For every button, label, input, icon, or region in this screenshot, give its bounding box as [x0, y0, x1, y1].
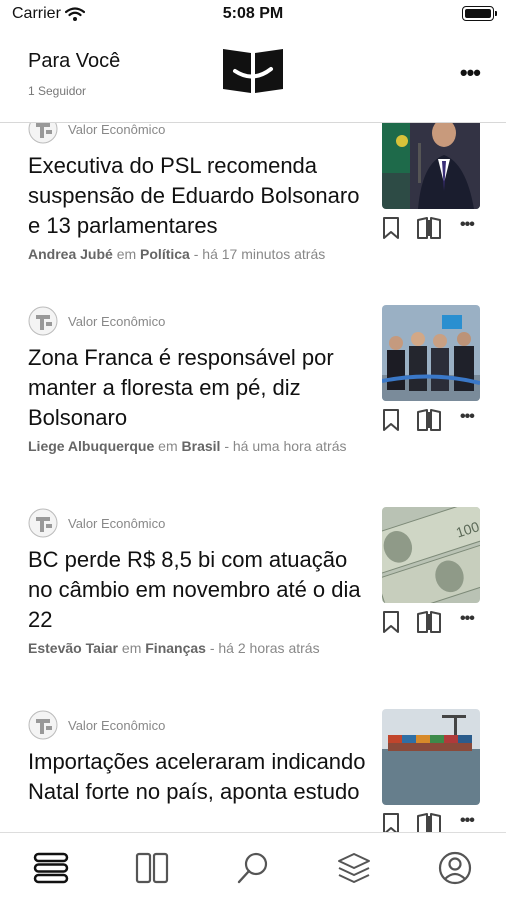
article-actions: ••• [380, 408, 484, 434]
profile-icon [438, 851, 472, 885]
article-item[interactable]: Valor Econômico BC perde R$ 8,5 bi com a… [0, 507, 506, 687]
bookmark-icon[interactable] [382, 408, 400, 432]
byline-em: em [158, 438, 178, 454]
byline-em: em [121, 640, 142, 656]
source-row: Valor Econômico [28, 507, 165, 539]
valor-source-icon [28, 710, 58, 740]
article-item[interactable]: Valor Econômico Executiva do PSL recomen… [0, 123, 506, 293]
tab-bar [0, 832, 506, 901]
source-name: Valor Econômico [68, 313, 166, 329]
article-actions: ••• [380, 216, 484, 242]
published-time: - há 2 horas atrás [209, 640, 320, 656]
open-book-icon[interactable] [416, 610, 442, 634]
follower-count: 1 Seguidor [28, 84, 87, 98]
article-byline: Estevão Taiar em Finanças - há 2 horas a… [28, 640, 320, 656]
tab-sections[interactable] [132, 848, 172, 888]
byline-em: em [116, 246, 137, 262]
section[interactable]: Finanças [145, 640, 206, 656]
status-bar: Carrier 5:08 PM [0, 0, 506, 30]
tab-profile[interactable] [435, 848, 475, 888]
open-book-icon[interactable] [416, 216, 442, 240]
source-row: Valor Econômico [28, 709, 165, 741]
source-name: Valor Econômico [68, 123, 166, 137]
article-thumbnail[interactable]: 100 [382, 507, 480, 603]
open-book-icon[interactable] [416, 812, 442, 832]
search-icon [237, 852, 268, 884]
article-headline[interactable]: Importações aceleraram indicando Natal f… [28, 747, 373, 807]
section[interactable]: Política [140, 246, 190, 262]
published-time: - há 17 minutos atrás [193, 246, 326, 262]
article-feed[interactable]: Valor Econômico Executiva do PSL recomen… [0, 123, 506, 832]
valor-source-icon [28, 508, 58, 538]
header: Para Você 1 Seguidor ••• [0, 30, 506, 123]
more-options-button[interactable]: ••• [460, 60, 481, 86]
article-item[interactable]: Valor Econômico Zona Franca é responsáve… [0, 305, 506, 485]
columns-icon [135, 852, 169, 884]
published-time: - há uma hora atrás [224, 438, 347, 454]
article-thumbnail[interactable] [382, 123, 480, 209]
bookmark-icon[interactable] [382, 812, 400, 832]
tab-search[interactable] [233, 848, 273, 888]
source-name: Valor Econômico [68, 717, 166, 733]
source-row: Valor Econômico [28, 123, 165, 145]
valor-source-icon [28, 306, 58, 336]
article-item[interactable]: Valor Econômico Importações aceleraram i… [0, 709, 506, 832]
article-headline[interactable]: Executiva do PSL recomenda suspensão de … [28, 151, 373, 241]
article-byline: Liege Albuquerque em Brasil - há uma hor… [28, 438, 347, 454]
author[interactable]: Estevão Taiar [28, 640, 118, 656]
bookmark-icon[interactable] [382, 216, 400, 240]
stack-lines-icon [33, 852, 69, 884]
section[interactable]: Brasil [182, 438, 221, 454]
tab-layers[interactable] [334, 848, 374, 888]
author[interactable]: Liege Albuquerque [28, 438, 154, 454]
battery-level [465, 9, 491, 18]
tab-feed[interactable] [31, 848, 71, 888]
bookmark-icon[interactable] [382, 610, 400, 634]
page-title: Para Você [28, 50, 121, 72]
article-thumbnail[interactable] [382, 305, 480, 401]
article-actions: ••• [380, 610, 484, 636]
source-row: Valor Econômico [28, 305, 165, 337]
article-byline: Andrea Jubé em Política - há 17 minutos … [28, 246, 325, 262]
article-thumbnail[interactable] [382, 709, 480, 805]
article-headline[interactable]: Zona Franca é responsável por manter a f… [28, 343, 373, 433]
article-more-button[interactable]: ••• [460, 610, 475, 628]
article-headline[interactable]: BC perde R$ 8,5 bi com atuação no câmbio… [28, 545, 373, 635]
valor-logo-icon[interactable] [223, 47, 283, 93]
open-book-icon[interactable] [416, 408, 442, 432]
author[interactable]: Andrea Jubé [28, 246, 113, 262]
article-actions: ••• [380, 812, 484, 832]
article-more-button[interactable]: ••• [460, 408, 475, 426]
battery-icon [462, 6, 497, 21]
source-name: Valor Econômico [68, 515, 166, 531]
valor-source-icon [28, 123, 58, 144]
article-more-button[interactable]: ••• [460, 216, 475, 234]
article-more-button[interactable]: ••• [460, 812, 475, 830]
layers-icon [338, 853, 370, 883]
clock: 5:08 PM [222, 5, 284, 22]
